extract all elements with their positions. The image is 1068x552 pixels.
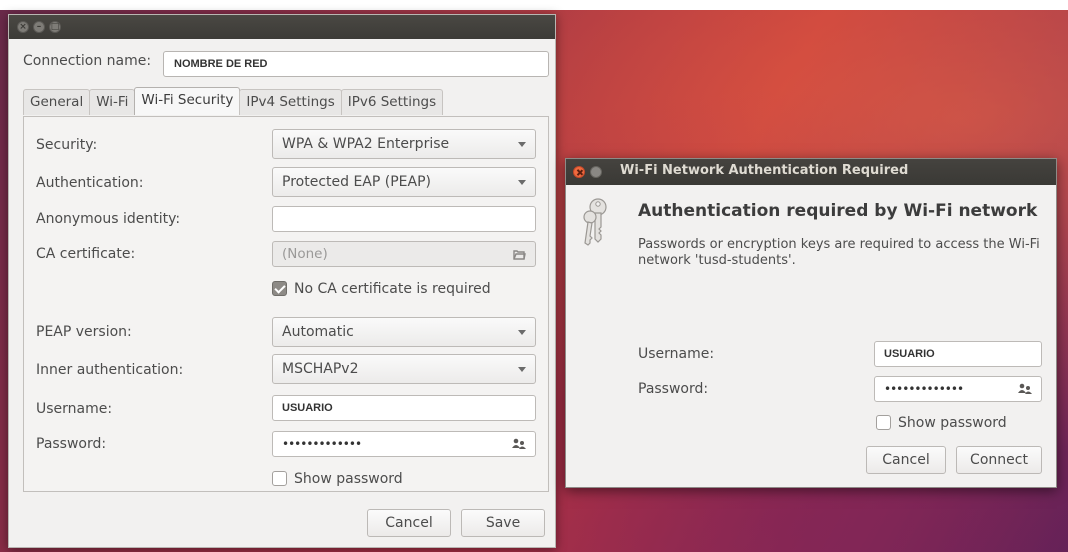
show-password-label: Show password	[294, 471, 403, 487]
inner-authentication-label: Inner authentication:	[36, 362, 184, 378]
security-label: Security:	[36, 137, 98, 153]
peap-version-label: PEAP version:	[36, 324, 132, 340]
peap-version-value: Automatic	[282, 324, 354, 340]
cancel-button[interactable]: Cancel	[367, 509, 451, 537]
password-value: •••••••••••••	[884, 382, 964, 396]
cancel-button[interactable]: Cancel	[866, 446, 946, 474]
wifi-auth-dialog: Wi-Fi Network Authentication Required Au…	[565, 158, 1057, 488]
titlebar[interactable]: Wi-Fi Network Authentication Required	[566, 159, 1056, 185]
maximize-icon[interactable]: □	[49, 21, 61, 33]
password-value: •••••••••••••	[282, 437, 362, 451]
close-icon[interactable]	[573, 166, 585, 178]
file-open-icon	[513, 250, 526, 260]
show-password-checkbox[interactable]: Show password	[272, 469, 432, 489]
connection-name-input[interactable]: NOMBRE DE RED	[163, 51, 549, 77]
security-value: WPA & WPA2 Enterprise	[282, 136, 450, 152]
authentication-label: Authentication:	[36, 175, 144, 191]
minimize-icon[interactable]	[590, 166, 602, 178]
tab-wifi-security[interactable]: Wi-Fi Security	[134, 87, 241, 115]
authentication-value: Protected EAP (PEAP)	[282, 174, 431, 190]
username-label: Username:	[638, 346, 715, 362]
minimize-icon[interactable]: –	[33, 21, 45, 33]
wifi-security-panel: Security: WPA & WPA2 Enterprise Authenti…	[23, 116, 549, 492]
tab-general[interactable]: General	[23, 89, 91, 115]
anonymous-identity-input[interactable]	[272, 206, 536, 232]
security-dropdown[interactable]: WPA & WPA2 Enterprise	[272, 129, 536, 159]
dialog-description: Passwords or encryption keys are require…	[638, 237, 1040, 268]
ca-certificate-label: CA certificate:	[36, 246, 136, 262]
tab-ipv4-settings[interactable]: IPv4 Settings	[239, 89, 342, 115]
titlebar[interactable]: × – □	[9, 15, 555, 39]
close-icon[interactable]: ×	[17, 21, 29, 33]
password-input[interactable]: •••••••••••••	[272, 431, 536, 457]
chevron-down-icon	[518, 330, 526, 335]
username-input[interactable]: USUARIO	[874, 341, 1042, 367]
tab-wifi[interactable]: Wi-Fi	[89, 89, 136, 115]
anonymous-identity-label: Anonymous identity:	[36, 211, 181, 227]
dialog-heading: Authentication required by Wi-Fi network	[638, 201, 1038, 221]
password-input[interactable]: •••••••••••••	[874, 376, 1042, 402]
peap-version-dropdown[interactable]: Automatic	[272, 317, 536, 347]
show-password-label: Show password	[898, 415, 1007, 431]
connect-button[interactable]: Connect	[956, 446, 1042, 474]
password-label: Password:	[638, 381, 709, 397]
tab-ipv6-settings[interactable]: IPv6 Settings	[340, 89, 444, 115]
ca-certificate-chooser[interactable]: (None)	[272, 241, 536, 267]
tab-bar: General Wi-Fi Wi-Fi Security IPv4 Settin…	[23, 87, 444, 117]
authentication-dropdown[interactable]: Protected EAP (PEAP)	[272, 167, 536, 197]
username-label: Username:	[36, 401, 113, 417]
no-ca-required-checkbox[interactable]: No CA certificate is required	[272, 279, 502, 299]
checkbox-unchecked-icon	[272, 471, 287, 486]
dialog-title: Wi-Fi Network Authentication Required	[620, 163, 909, 178]
inner-authentication-value: MSCHAPv2	[282, 361, 359, 377]
no-ca-required-label: No CA certificate is required	[294, 281, 491, 297]
inner-authentication-dropdown[interactable]: MSCHAPv2	[272, 354, 536, 384]
checkbox-checked-icon	[272, 281, 287, 296]
keys-icon	[583, 198, 607, 246]
ca-certificate-value: (None)	[282, 246, 328, 262]
password-label: Password:	[36, 436, 107, 452]
users-icon	[512, 438, 526, 449]
connection-name-label: Connection name:	[23, 53, 152, 69]
username-input[interactable]: USUARIO	[272, 395, 536, 421]
save-button[interactable]: Save	[461, 509, 545, 537]
show-password-checkbox[interactable]: Show password	[876, 413, 1026, 433]
chevron-down-icon	[518, 142, 526, 147]
checkbox-unchecked-icon	[876, 415, 891, 430]
users-icon	[1018, 383, 1032, 394]
chevron-down-icon	[518, 367, 526, 372]
chevron-down-icon	[518, 180, 526, 185]
connection-editor-window: × – □ Connection name: NOMBRE DE RED Gen…	[8, 14, 556, 548]
